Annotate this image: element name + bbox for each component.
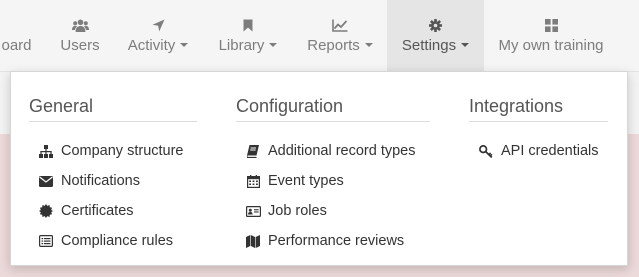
configuration-list: Additional record types Event types Job … <box>236 136 430 256</box>
nav-reports[interactable]: Reports <box>299 0 381 71</box>
nav-settings[interactable]: Settings <box>387 0 484 71</box>
menu-item-api-credentials[interactable]: API credentials <box>469 136 608 166</box>
general-heading: General <box>29 94 197 122</box>
nav-my-own-training[interactable]: My own training <box>490 0 612 71</box>
integrations-heading: Integrations <box>469 94 608 122</box>
nav-library-label: Library <box>218 37 265 54</box>
menu-item-label: Certificates <box>61 203 134 219</box>
nav-dashboard-label: oard <box>1 37 32 54</box>
nav-activity[interactable]: Activity <box>118 0 198 71</box>
calendar-icon <box>245 173 261 189</box>
top-navbar: oard Users Activity Library Reports Sett… <box>0 0 639 72</box>
general-column: General Company structure Notifications … <box>29 94 197 256</box>
location-arrow-icon <box>118 17 198 33</box>
configuration-heading: Configuration <box>236 94 430 122</box>
nav-library-label-wrap: Library <box>208 37 288 55</box>
menu-item-label: Company structure <box>61 143 184 159</box>
certificate-icon <box>38 203 54 219</box>
chevron-down-icon <box>364 43 373 48</box>
menu-item-label: API credentials <box>501 143 599 159</box>
chevron-down-icon <box>180 43 189 48</box>
bookmark-icon <box>208 17 288 33</box>
map-icon <box>245 233 261 249</box>
integrations-column: Integrations API credentials <box>469 94 608 166</box>
menu-item-label: Compliance rules <box>61 233 174 249</box>
gear-icon <box>387 17 484 33</box>
nav-settings-label: Settings <box>401 37 457 54</box>
menu-item-performance-reviews[interactable]: Performance reviews <box>236 226 430 256</box>
sitemap-icon <box>38 143 54 159</box>
menu-item-label: Event types <box>268 173 344 189</box>
settings-dropdown-menu: General Company structure Notifications … <box>10 71 628 266</box>
chevron-down-icon <box>269 43 278 48</box>
nav-library[interactable]: Library <box>208 0 288 71</box>
menu-item-compliance-rules[interactable]: Compliance rules <box>29 226 197 256</box>
line-chart-icon <box>299 17 381 33</box>
nav-activity-label-wrap: Activity <box>118 37 198 55</box>
chevron-down-icon <box>461 43 470 48</box>
menu-item-label: Performance reviews <box>268 233 405 249</box>
integrations-list: API credentials <box>469 136 608 166</box>
menu-item-notifications[interactable]: Notifications <box>29 166 197 196</box>
nav-my-own-training-label: My own training <box>498 37 604 54</box>
nav-reports-label-wrap: Reports <box>299 37 381 55</box>
menu-item-label: Notifications <box>61 173 140 189</box>
nav-users-label: Users <box>60 37 100 54</box>
menu-item-label: Job roles <box>268 203 327 219</box>
nav-activity-label: Activity <box>127 37 176 54</box>
menu-item-additional-record-types[interactable]: Additional record types <box>236 136 430 166</box>
menu-item-label: Additional record types <box>268 143 416 159</box>
grid-icon <box>490 17 612 33</box>
menu-item-job-roles[interactable]: Job roles <box>236 196 430 226</box>
configuration-column: Configuration Additional record types Ev… <box>236 94 430 256</box>
id-card-icon <box>245 203 261 219</box>
nav-users[interactable]: Users <box>48 0 112 71</box>
general-list: Company structure Notifications Certific… <box>29 136 197 256</box>
book-icon <box>245 143 261 159</box>
nav-dashboard[interactable]: oard <box>0 0 39 71</box>
envelope-icon <box>38 173 54 189</box>
list-alt-icon <box>38 233 54 249</box>
menu-item-event-types[interactable]: Event types <box>236 166 430 196</box>
nav-reports-label: Reports <box>307 37 360 54</box>
nav-settings-label-wrap: Settings <box>387 37 484 55</box>
menu-item-company-structure[interactable]: Company structure <box>29 136 197 166</box>
menu-item-certificates[interactable]: Certificates <box>29 196 197 226</box>
key-icon <box>478 143 494 159</box>
users-icon <box>48 17 112 33</box>
